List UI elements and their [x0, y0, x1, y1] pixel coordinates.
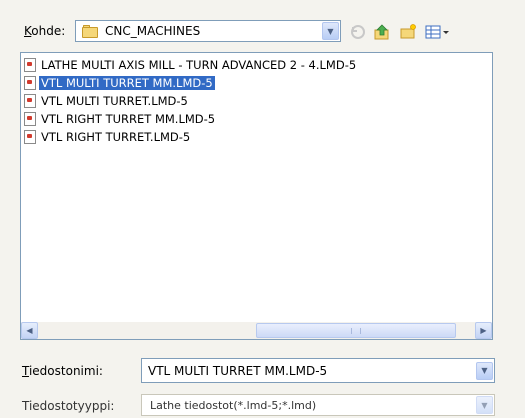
- chevron-down-icon[interactable]: ▼: [476, 396, 493, 414]
- scroll-right-arrow-icon[interactable]: ▶: [475, 322, 492, 339]
- grip-icon: [351, 327, 361, 334]
- look-in-value: CNC_MACHINES: [105, 24, 201, 38]
- file-item[interactable]: VTL MULTI TURRET.LMD-5: [24, 93, 190, 109]
- new-folder-icon[interactable]: [398, 22, 418, 42]
- up-folder-icon[interactable]: [372, 22, 392, 42]
- file-name-label: Tiedostonimi:: [22, 364, 103, 378]
- chevron-down-icon[interactable]: ▼: [476, 361, 493, 380]
- file-name: VTL MULTI TURRET.LMD-5: [41, 94, 188, 108]
- file-icon: [24, 112, 36, 126]
- scrollbar-thumb[interactable]: [256, 323, 456, 338]
- file-item-selected[interactable]: VTL MULTI TURRET MM.LMD-5: [24, 75, 215, 91]
- file-name: VTL MULTI TURRET MM.LMD-5: [39, 76, 215, 90]
- file-icon: [24, 76, 36, 90]
- horizontal-scrollbar[interactable]: ◀ ▶: [21, 322, 492, 339]
- file-type-value: Lathe tiedostot(*.lmd-5;*.lmd): [150, 398, 317, 412]
- file-type-label: Tiedostotyyppi:: [22, 399, 115, 413]
- scroll-left-arrow-icon[interactable]: ◀: [21, 322, 38, 339]
- file-item[interactable]: VTL RIGHT TURRET.LMD-5: [24, 129, 192, 145]
- file-name-input[interactable]: VTL MULTI TURRET MM.LMD-5: [142, 364, 476, 378]
- file-name: VTL RIGHT TURRET.LMD-5: [41, 130, 191, 144]
- file-icon: [24, 94, 36, 108]
- file-list[interactable]: LATHE MULTI AXIS MILL - TURN ADVANCED 2 …: [20, 52, 493, 340]
- file-name: LATHE MULTI AXIS MILL - TURN ADVANCED 2 …: [41, 58, 357, 72]
- back-icon[interactable]: [348, 22, 368, 42]
- look-in-label: Kohde:: [24, 24, 66, 38]
- look-in-dropdown[interactable]: CNC_MACHINES ▼: [75, 20, 341, 42]
- views-menu-icon[interactable]: [424, 22, 452, 42]
- folder-icon: [82, 24, 100, 38]
- chevron-down-icon[interactable]: ▼: [322, 22, 339, 40]
- file-item[interactable]: VTL RIGHT TURRET MM.LMD-5: [24, 111, 217, 127]
- file-icon: [24, 130, 36, 144]
- file-type-dropdown[interactable]: Lathe tiedostot(*.lmd-5;*.lmd) ▼: [141, 394, 495, 416]
- file-name: VTL RIGHT TURRET MM.LMD-5: [41, 112, 216, 126]
- file-item[interactable]: LATHE MULTI AXIS MILL - TURN ADVANCED 2 …: [24, 57, 358, 73]
- file-name-combobox[interactable]: VTL MULTI TURRET MM.LMD-5 ▼: [141, 358, 495, 383]
- file-icon: [24, 58, 36, 72]
